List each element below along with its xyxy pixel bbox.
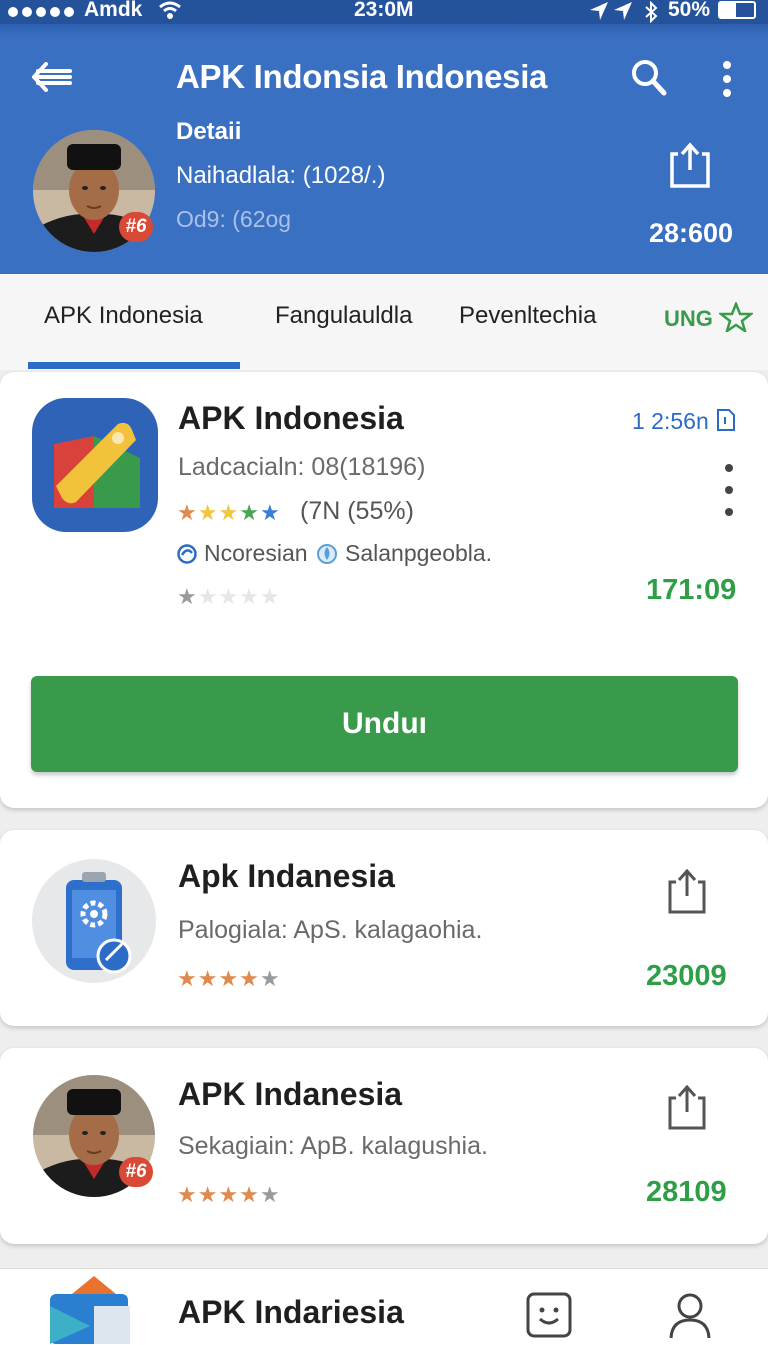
status-bar: Amdk 23:0M 50%	[0, 0, 768, 24]
tab-indicator	[28, 362, 240, 369]
emoji-icon[interactable]	[526, 1292, 572, 1338]
battery-percent: 50%	[668, 0, 711, 21]
wifi-icon	[159, 1, 181, 19]
profile-name-line: Naihadlala: (1028/.)	[176, 162, 386, 189]
secondary-stars: ★★★★★	[177, 584, 281, 609]
document-icon	[717, 409, 736, 431]
list-item-stars: ★★★★★	[177, 1182, 281, 1207]
tab-fangulauldla[interactable]: Fangulauldla	[275, 302, 412, 330]
carrier-name: Amdk	[84, 0, 143, 21]
tab-pevenltechia[interactable]: Pevenltechia	[459, 302, 596, 330]
list-item-subtitle: Palogiala: ApS. kalagaohia.	[178, 916, 483, 944]
featured-number: 171:09	[646, 574, 737, 606]
back-arrow-icon[interactable]	[32, 62, 72, 92]
profile-icon[interactable]	[668, 1292, 712, 1340]
app-title[interactable]: APK Indonesia	[178, 400, 404, 437]
tag-ncoresian: Ncoresian	[204, 540, 308, 566]
tab-apk-indonesia[interactable]: APK Indonesia	[44, 302, 203, 330]
list-item-stars: ★★★★★	[177, 966, 281, 991]
avatar: #6	[33, 1075, 155, 1197]
profile-sub-line: Od9: (62og	[176, 206, 292, 232]
list-item-subtitle: Sekagiain: ApB. kalagushia.	[178, 1132, 488, 1160]
app-header: Amdk 23:0M 50% APK Indonsia Indonesia #6…	[0, 0, 768, 274]
search-icon[interactable]	[630, 58, 668, 98]
header-count: 28:600	[649, 218, 734, 248]
more-options-icon[interactable]	[720, 60, 734, 98]
location-icon	[590, 2, 632, 20]
status-time: 23:0M	[354, 0, 414, 21]
app-subtitle: Ladcacialn: 08(18196)	[178, 453, 426, 481]
list-item-title[interactable]: Apk Indanesia	[178, 858, 395, 895]
settings-phone-icon	[32, 859, 156, 983]
verified-icon	[177, 544, 197, 564]
app-icon[interactable]	[50, 1276, 138, 1344]
page-title: APK Indonsia Indonesia	[176, 58, 548, 95]
detail-label: Detaii	[176, 118, 242, 145]
app-time: 1 2:56n	[632, 408, 737, 435]
profile-avatar[interactable]: #6	[33, 130, 155, 252]
rating-stars: ★★★★★	[177, 500, 281, 525]
avatar-badge: #6	[119, 1157, 153, 1187]
tab-ung[interactable]: UNG	[664, 300, 755, 334]
list-item-number: 23009	[646, 960, 727, 992]
signal-icon	[8, 7, 74, 17]
share-icon[interactable]	[670, 142, 710, 190]
bottom-title[interactable]: APK Indariesia	[178, 1294, 404, 1331]
download-button[interactable]: Unduı	[31, 676, 738, 772]
share-icon[interactable]	[668, 868, 708, 916]
avatar-badge: #6	[119, 212, 153, 242]
shield-icon	[317, 544, 337, 564]
card-more-icon[interactable]	[722, 462, 736, 532]
battery-icon	[718, 1, 756, 19]
share-icon[interactable]	[668, 1084, 708, 1132]
list-item-number: 28109	[646, 1176, 727, 1208]
list-item-title[interactable]: APK Indanesia	[178, 1076, 402, 1113]
rating-text: (7N (55%)	[300, 497, 414, 525]
star-outline-icon	[717, 300, 755, 334]
bluetooth-icon	[645, 1, 658, 23]
app-icon[interactable]	[32, 398, 158, 532]
tag-salanpgeobla: Salanpgeobla.	[345, 540, 493, 566]
